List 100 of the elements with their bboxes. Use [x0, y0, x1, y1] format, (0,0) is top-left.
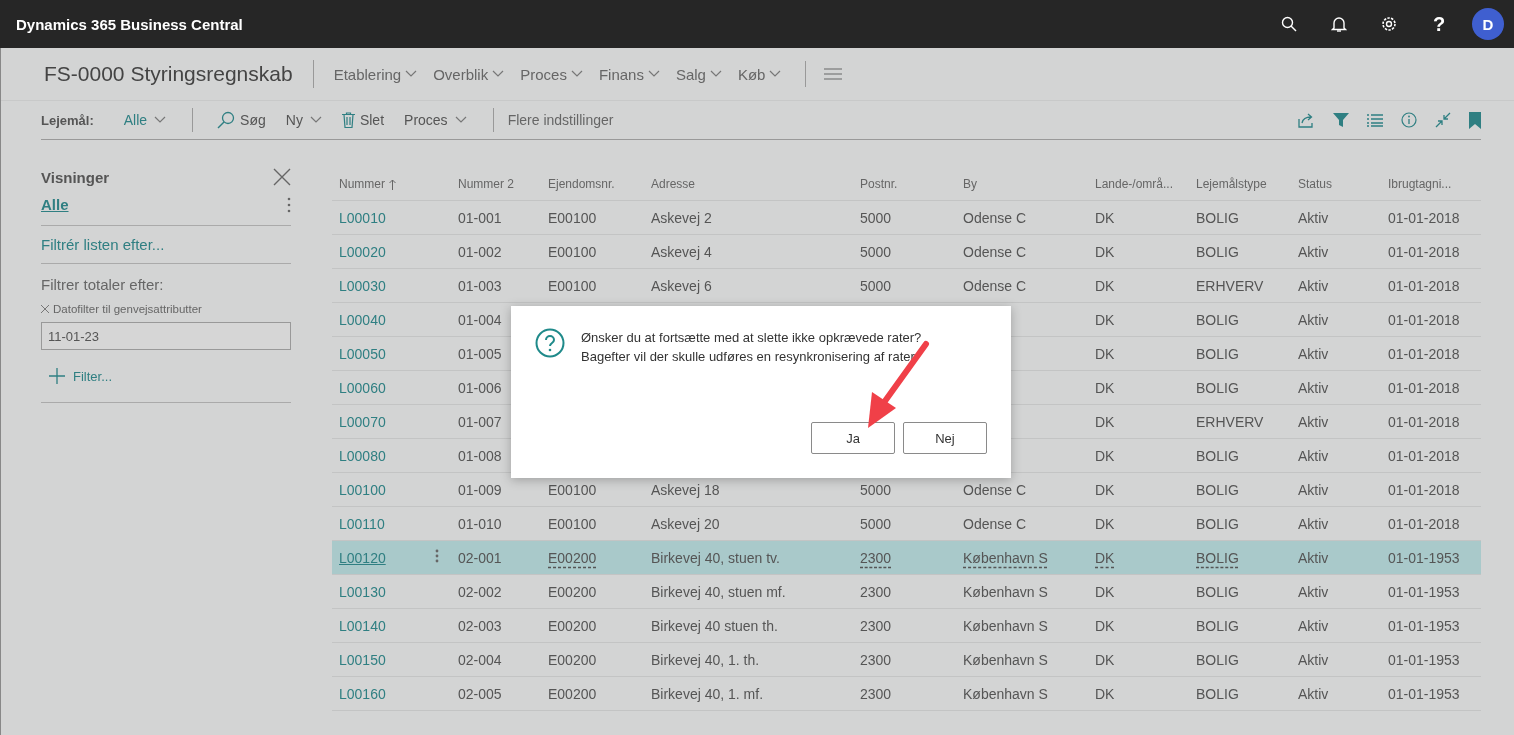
table-row[interactable]: L00120 02-001 E00200 Birkevej 40, stuen tv. 2300 København S DK BOLIG Aktiv 01-01-1953 [332, 541, 1481, 575]
nav-menu[interactable]: Køb [729, 65, 790, 83]
close-icon[interactable] [273, 168, 291, 186]
table-row[interactable]: L00130 02-002 E00200 Birkevej 40, stuen mf. 2300 København S DK BOLIG Aktiv 01-01-1953 [332, 575, 1481, 609]
column-header[interactable]: Adresse [651, 177, 696, 191]
row-link[interactable]: L00080 [339, 447, 386, 464]
view-link[interactable]: Alle [41, 196, 69, 213]
dialog-button[interactable]: Nej [903, 422, 987, 454]
table-cell: DK [1095, 311, 1115, 328]
table-cell: E00100 [548, 277, 597, 294]
filter-list-link[interactable]: Filtrér listen efter... [41, 226, 291, 264]
table-cell: Askevej 20 [651, 515, 720, 532]
column-header[interactable]: Postnr. [860, 177, 898, 191]
dropdown-button[interactable]: Ny [275, 112, 332, 128]
row-link[interactable]: L00030 [339, 277, 386, 294]
row-link[interactable]: L00120 [339, 549, 386, 566]
table-row[interactable]: L00150 02-004 E00200 Birkevej 40, 1. th. 2300 København S DK BOLIG Aktiv 01-01-1953 [332, 643, 1481, 677]
dialog-message: Bagefter vil der skulle udføres en resynkronisering af rater. [581, 348, 919, 366]
user-avatar[interactable]: D [1472, 8, 1504, 40]
add-filter-button[interactable]: Filter... [49, 368, 112, 384]
table-cell: København S [963, 617, 1048, 634]
table-cell: E00100 [548, 515, 597, 532]
nav-menu[interactable]: Overblik [425, 65, 513, 83]
nav-menu[interactable]: Finans [590, 65, 668, 83]
share-icon[interactable] [1298, 112, 1315, 128]
settings-icon[interactable] [1380, 15, 1398, 33]
table-cell: DK [1095, 515, 1115, 532]
table-cell: 01-01-2018 [1388, 447, 1460, 464]
column-header[interactable]: Ejendomsnr. [548, 177, 615, 191]
column-header[interactable]: Lande-/områ... [1095, 177, 1174, 191]
table-cell: Aktiv [1298, 209, 1329, 226]
collapse-icon[interactable] [1435, 112, 1451, 128]
info-icon[interactable] [1401, 112, 1417, 128]
search-icon [217, 111, 236, 129]
row-link[interactable]: L00050 [339, 345, 386, 362]
bell-icon[interactable] [1331, 15, 1347, 33]
table-cell: Askevej 18 [651, 481, 720, 498]
table-cell: Odense C [963, 277, 1027, 294]
table-row[interactable]: L00160 02-005 E00200 Birkevej 40, 1. mf. 2300 København S DK BOLIG Aktiv 01-01-1953 [332, 677, 1481, 711]
row-link[interactable]: L00070 [339, 413, 386, 430]
sort-arrow-icon [389, 178, 396, 190]
dialog-button[interactable]: Ja [811, 422, 895, 454]
table-cell: BOLIG [1196, 549, 1239, 566]
row-link[interactable]: L00130 [339, 583, 386, 600]
table-cell: Aktiv [1298, 685, 1329, 702]
more-icon[interactable] [435, 547, 439, 564]
table-cell: 5000 [860, 243, 892, 260]
column-header[interactable]: Nummer 2 [458, 177, 514, 191]
table-cell: Odense C [963, 209, 1027, 226]
table-cell: 2300 [860, 685, 892, 702]
row-link[interactable]: L00100 [339, 481, 386, 498]
row-link[interactable]: L00160 [339, 685, 386, 702]
table-cell: 01-01-2018 [1388, 345, 1460, 362]
filter-icon[interactable] [1333, 112, 1349, 128]
row-link[interactable]: L00020 [339, 243, 386, 260]
row-link[interactable]: L00140 [339, 617, 386, 634]
nav-menu[interactable]: Salg [667, 65, 730, 83]
filter-dropdown[interactable]: Alle [113, 112, 177, 128]
row-link[interactable]: L00010 [339, 209, 386, 226]
search-button[interactable]: Søg [207, 111, 276, 129]
table-cell: 5000 [860, 481, 892, 498]
table-cell: Odense C [963, 481, 1027, 498]
menu-icon[interactable] [824, 68, 843, 80]
nav-menu[interactable]: Etablering [325, 65, 426, 83]
search-icon[interactable] [1281, 16, 1297, 32]
remove-icon[interactable] [41, 305, 49, 313]
table-cell: Birkevej 40, stuen tv. [651, 549, 780, 566]
row-link[interactable]: L00040 [339, 311, 386, 328]
trash-icon [341, 112, 355, 128]
date-filter-field[interactable]: 11-01-23 [41, 322, 291, 350]
column-header[interactable]: By [963, 177, 977, 191]
table-cell: 01-009 [458, 481, 502, 498]
column-header[interactable]: Ibrugtagni... [1388, 177, 1452, 191]
list-icon[interactable] [1367, 113, 1383, 127]
more-options[interactable]: Flere indstillinger [507, 112, 614, 128]
table-cell: 01-010 [458, 515, 502, 532]
bookmark-icon[interactable] [1469, 111, 1481, 129]
column-header[interactable]: Status [1298, 177, 1333, 191]
row-link[interactable]: L00150 [339, 651, 386, 668]
nav-menu[interactable]: Proces [512, 65, 591, 83]
table-cell: Aktiv [1298, 277, 1329, 294]
dropdown-button[interactable]: Proces [394, 112, 477, 128]
column-header[interactable]: Lejemålstype [1196, 177, 1267, 191]
table-cell: ERHVERV [1196, 413, 1264, 430]
table-cell: 01-01-1953 [1388, 651, 1460, 668]
column-header[interactable]: Nummer [339, 177, 396, 191]
help-button[interactable]: ? [1432, 12, 1446, 36]
table-cell: 2300 [860, 549, 892, 566]
table-cell: BOLIG [1196, 345, 1239, 362]
table-cell: Aktiv [1298, 515, 1329, 532]
table-row[interactable]: L00010 01-001 E00100 Askevej 2 5000 Odense C DK BOLIG Aktiv 01-01-2018 [332, 201, 1481, 235]
row-link[interactable]: L00060 [339, 379, 386, 396]
table-row[interactable]: L00140 02-003 E00200 Birkevej 40 stuen th. 2300 København S DK BOLIG Aktiv 01-01-1953 [332, 609, 1481, 643]
row-link[interactable]: L00110 [339, 515, 385, 532]
more-icon[interactable] [287, 196, 291, 213]
table-cell: BOLIG [1196, 209, 1239, 226]
table-cell: 2300 [860, 617, 892, 634]
delete-button[interactable]: Slet [331, 112, 395, 128]
table-row[interactable]: L00030 01-003 E00100 Askevej 6 5000 Odense C DK ERHVERV Aktiv 01-01-2018 [332, 269, 1481, 303]
table-row[interactable]: L00020 01-002 E00100 Askevej 4 5000 Odense C DK BOLIG Aktiv 01-01-2018 [332, 235, 1481, 269]
